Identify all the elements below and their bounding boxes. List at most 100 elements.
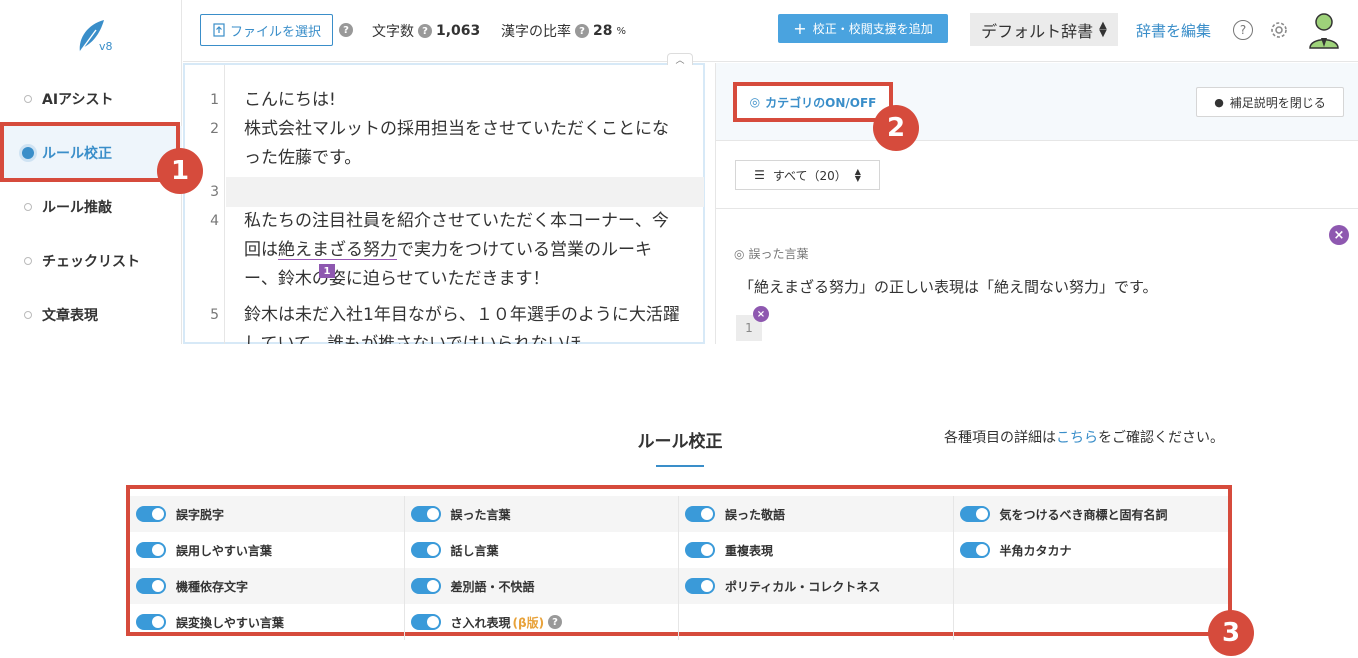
- check-circle-icon: ◎: [734, 246, 745, 261]
- radio-dot-icon: [24, 203, 32, 211]
- help-icon[interactable]: ?: [575, 24, 589, 38]
- filter-row: ☰ すべて（20） ▲ ▼: [716, 141, 1358, 209]
- rule-label: 差別語・不快語: [450, 579, 535, 594]
- close-notes-button[interactable]: ● 補足説明を閉じる: [1196, 87, 1344, 117]
- speech-bubble-icon: ●: [1214, 95, 1224, 109]
- plus-icon: +: [793, 19, 807, 38]
- rule-label: 誤変換しやすい言葉: [176, 615, 284, 630]
- sidebar-item-rule-refine[interactable]: ルール推敲: [0, 180, 182, 234]
- toggle-switch[interactable]: [410, 506, 441, 522]
- line-number-gutter: 1 2 3 4 5: [185, 65, 225, 344]
- toggle-switch[interactable]: [136, 614, 166, 630]
- char-count: 文字数 ? 1,063: [372, 21, 480, 41]
- toggle-switch[interactable]: [685, 506, 715, 522]
- details-link[interactable]: こちら: [1056, 430, 1098, 446]
- toggle-switch[interactable]: [685, 542, 715, 558]
- paragraph: 株式会社マルットの採用担当をさせていただくことになった佐藤です。: [244, 119, 669, 168]
- toggle-switch[interactable]: [136, 542, 166, 558]
- toggle-switch[interactable]: [136, 506, 166, 522]
- rule-label: 誤った敬語: [725, 507, 786, 522]
- text-editor[interactable]: ︿ 1 2 3 4 5 こんにちは! 株式会社マルットの採用担当をさせていただく…: [183, 53, 705, 344]
- file-select-label: ファイルを選択: [229, 24, 321, 40]
- rule-label: 半角カタカナ: [999, 543, 1072, 558]
- file-upload-icon: [213, 23, 225, 37]
- rule-toggle-grid: 誤字脱字 誤った言葉 誤った敬語 気をつけるべき商標と固有名詞 誤用しやすい言葉…: [126, 485, 1232, 640]
- rule-cell-empty: [954, 568, 1229, 604]
- kanji-ratio: 漢字の比率 ? 28 %: [501, 21, 626, 41]
- rule-cell: 誤った言葉: [405, 496, 679, 532]
- filter-select-value: すべて（20）: [772, 168, 847, 183]
- rule-cell: 機種依存文字: [130, 568, 405, 604]
- kanji-ratio-unit: %: [616, 25, 626, 37]
- chevron-up-icon[interactable]: ︿: [667, 53, 693, 66]
- grid-row: 機種依存文字 差別語・不快語 ポリティカル・コレクトネス: [130, 568, 1228, 604]
- close-icon[interactable]: ×: [1329, 225, 1349, 245]
- sidebar-item-writing-style[interactable]: 文章表現: [0, 288, 182, 342]
- grid-row: 誤変換しやすい言葉 さ入れ表現 (β版)?: [130, 604, 1228, 640]
- step-badge-2: 2: [873, 105, 919, 151]
- rule-label: 誤字脱字: [176, 507, 225, 522]
- filter-icon: ☰: [754, 168, 765, 182]
- settings-note: 各種項目の詳細はこちらをご確認ください。: [944, 427, 1224, 447]
- rule-cell-empty: [679, 604, 954, 640]
- help-icon[interactable]: ?: [339, 23, 353, 37]
- help-icon[interactable]: ?: [418, 24, 432, 38]
- toggle-switch[interactable]: [410, 578, 441, 594]
- highlight-box-1: [0, 122, 180, 182]
- rule-cell: 誤変換しやすい言葉: [130, 604, 405, 640]
- note-text: をご確認ください。: [1098, 430, 1224, 446]
- gear-icon[interactable]: [1268, 19, 1290, 41]
- grid-row: 誤字脱字 誤った言葉 誤った敬語 気をつけるべき商標と固有名詞: [130, 496, 1228, 532]
- edit-dictionary-link[interactable]: 辞書を編集: [1136, 20, 1211, 41]
- grid-row: 誤用しやすい言葉 話し言葉 重複表現 半角カタカナ: [130, 532, 1228, 568]
- category-toggle-label: カテゴリのON/OFF: [765, 95, 877, 110]
- char-count-value: 1,063: [436, 23, 481, 39]
- rule-label: 機種依存文字: [176, 579, 249, 594]
- char-count-label: 文字数: [372, 24, 414, 40]
- toggle-switch[interactable]: [959, 542, 990, 558]
- toggle-switch[interactable]: [410, 542, 441, 558]
- rule-cell: ポリティカル・コレクトネス: [679, 568, 954, 604]
- avatar[interactable]: [1306, 11, 1342, 49]
- result-category: ◎ 誤った言葉: [734, 245, 809, 262]
- line-number: 5: [210, 307, 219, 323]
- category-toggle-button[interactable]: ◎ カテゴリのON/OFF: [733, 82, 893, 122]
- line-number: 1: [210, 92, 219, 108]
- toggle-switch[interactable]: [685, 578, 715, 594]
- result-category-label: 誤った言葉: [748, 247, 809, 261]
- editor-text-area[interactable]: こんにちは! 株式会社マルットの採用担当をさせていただくことになった佐藤です。 …: [226, 65, 704, 344]
- sidebar-item-checklist[interactable]: チェックリスト: [0, 234, 182, 288]
- filter-select[interactable]: ☰ すべて（20） ▲ ▼: [735, 160, 880, 190]
- help-icon[interactable]: ?: [548, 615, 563, 629]
- rule-label: ポリティカル・コレクトネス: [725, 579, 881, 594]
- sort-arrows-icon: ▲ ▼: [854, 167, 861, 183]
- help-icon[interactable]: ?: [1233, 20, 1253, 40]
- dictionary-select[interactable]: デフォルト辞書 ▲ ▼: [970, 13, 1118, 46]
- toggle-switch[interactable]: [136, 578, 166, 594]
- rule-label: 気をつけるべき商標と固有名詞: [999, 507, 1168, 522]
- tab-underline: [656, 465, 704, 467]
- rule-cell: 差別語・不快語: [405, 568, 679, 604]
- paragraph: 私たちの注目社員を紹介させていただく本コーナー、今回は絶えまざる努力で実力をつけ…: [244, 207, 684, 294]
- radio-dot-icon: [24, 311, 32, 319]
- rule-label: さ入れ表現: [450, 615, 511, 630]
- result-message: 「絶えまざる努力」の正しい表現は「絶え間ない努力」です。: [739, 278, 1158, 296]
- rule-cell-empty: [954, 604, 1229, 640]
- close-notes-label: 補足説明を閉じる: [1229, 95, 1326, 110]
- error-highlight[interactable]: 絶えまざる努力: [278, 240, 397, 260]
- file-select-button[interactable]: ファイルを選択: [200, 14, 333, 46]
- paragraph: 鈴木は未だ入社1年目ながら、１０年選手のように大活躍していて、誰もが推さないでは…: [244, 305, 680, 344]
- rule-label: 誤用しやすい言葉: [176, 543, 272, 558]
- close-icon[interactable]: ×: [753, 306, 769, 322]
- sidebar-item-ai-assist[interactable]: AIアシスト: [0, 72, 182, 126]
- toggle-switch[interactable]: [959, 506, 990, 522]
- kanji-ratio-label: 漢字の比率: [501, 24, 571, 40]
- radio-dot-icon: [24, 95, 32, 103]
- sidebar-item-label: 文章表現: [42, 308, 98, 324]
- paragraph: こんにちは!: [244, 90, 336, 110]
- add-support-button[interactable]: + 校正・校閲支援を追加: [778, 14, 948, 43]
- rule-cell: さ入れ表現 (β版)?: [405, 604, 679, 640]
- rule-cell: 気をつけるべき商標と固有名詞: [954, 496, 1229, 532]
- toggle-switch[interactable]: [410, 614, 441, 630]
- error-marker[interactable]: 1: [319, 264, 335, 278]
